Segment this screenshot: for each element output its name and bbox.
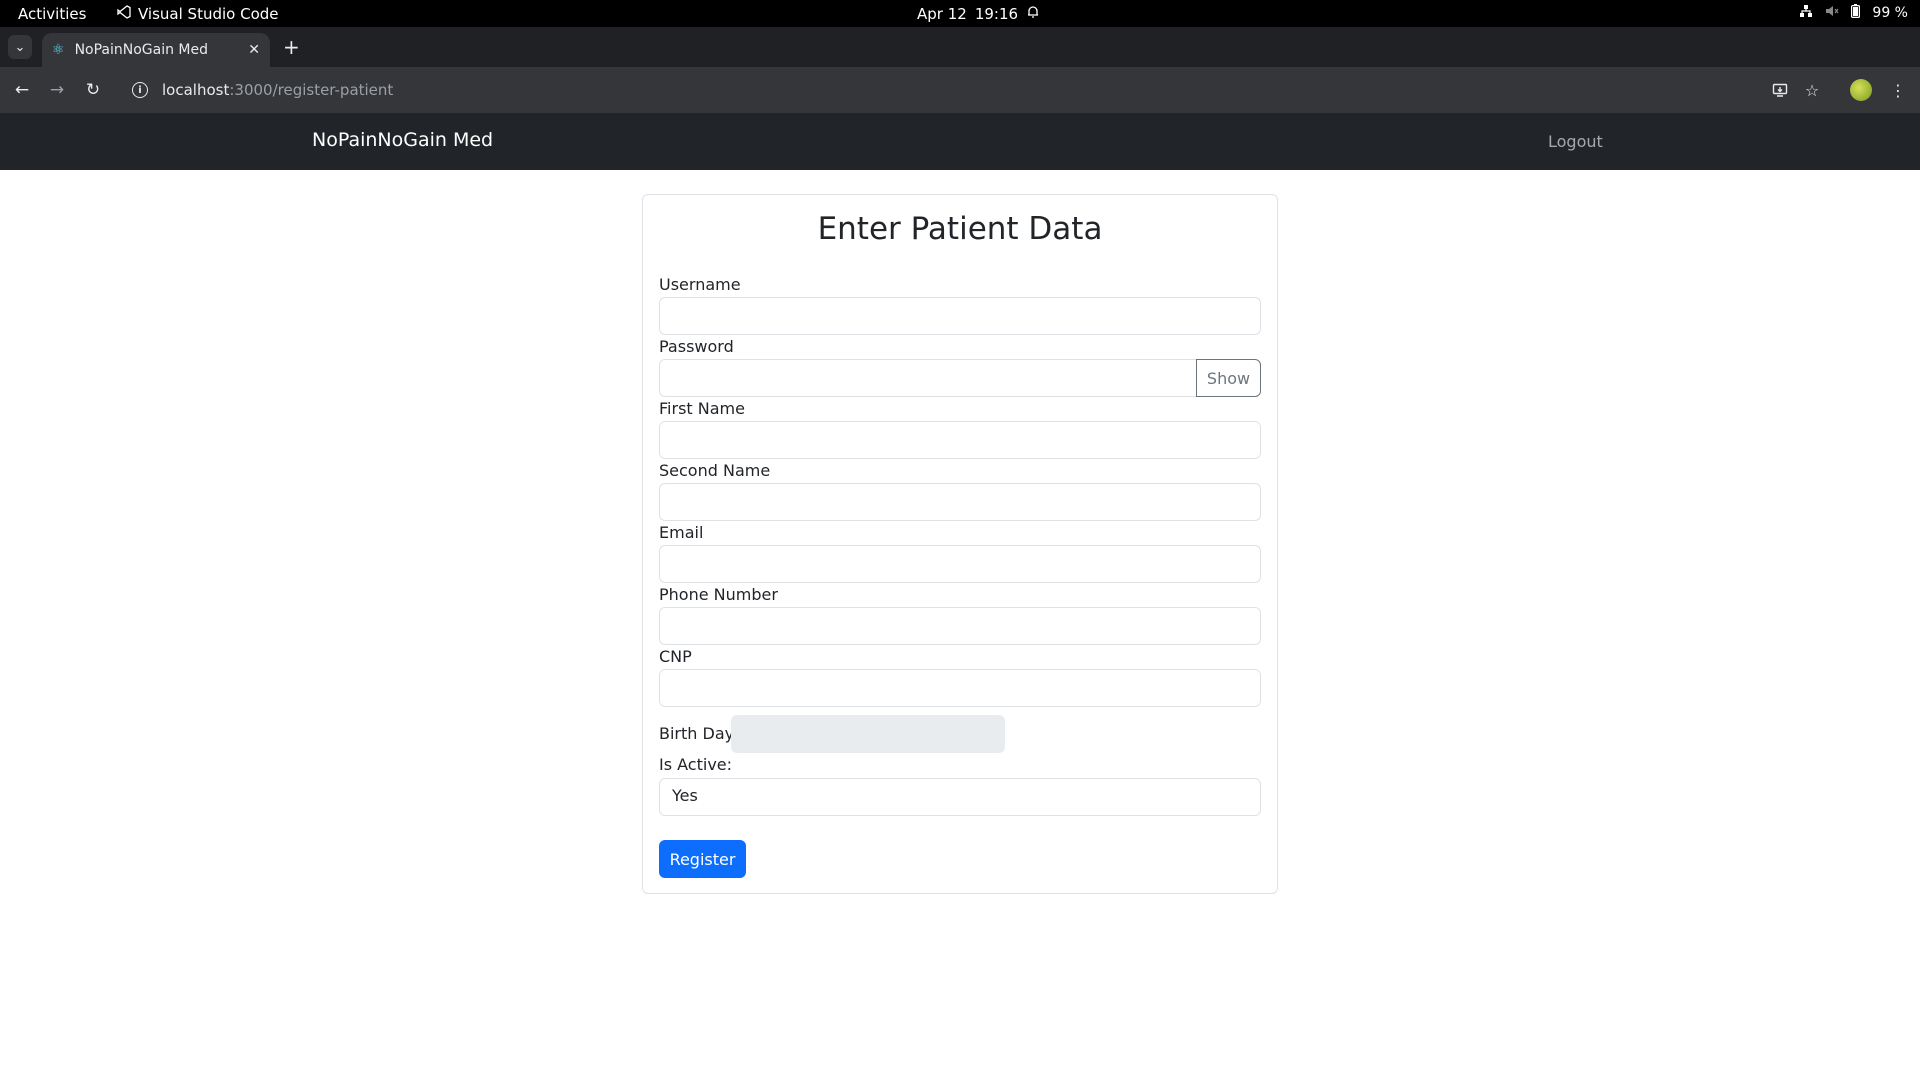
username-input[interactable]: [659, 297, 1261, 335]
birth-day-date-input[interactable]: [731, 715, 1005, 753]
browser-tab-strip: ⌄ ⚛ NoPainNoGain Med ✕ +: [0, 27, 1920, 67]
is-active-select[interactable]: Yes: [659, 778, 1261, 816]
browser-menu-kebab-icon[interactable]: ⋮: [1886, 78, 1910, 102]
reload-icon[interactable]: ↻: [81, 78, 105, 102]
email-input[interactable]: [659, 545, 1261, 583]
clock[interactable]: Apr 12 19:16: [917, 5, 1040, 23]
react-favicon-icon: ⚛: [52, 42, 65, 58]
time: 19:16: [974, 5, 1019, 23]
browser-tab-active[interactable]: ⚛ NoPainNoGain Med ✕: [42, 33, 270, 67]
date: Apr 12: [917, 5, 967, 23]
url-host: localhost: [162, 81, 230, 99]
active-app-name: Visual Studio Code: [138, 5, 279, 23]
forward-arrow-icon[interactable]: →: [45, 78, 69, 102]
notification-bell-icon: [1026, 5, 1040, 23]
battery-icon: [1851, 4, 1861, 22]
cnp-label: CNP: [659, 647, 692, 666]
vscode-icon: [117, 5, 131, 23]
email-label: Email: [659, 523, 704, 542]
address-bar[interactable]: i localhost:3000/register-patient: [120, 72, 1820, 108]
activities-button[interactable]: Activities: [18, 5, 86, 23]
first-name-label: First Name: [659, 399, 745, 418]
back-arrow-icon[interactable]: ←: [10, 78, 34, 102]
show-password-button[interactable]: Show: [1196, 359, 1261, 397]
site-info-icon[interactable]: i: [132, 82, 148, 98]
active-app-menu[interactable]: Visual Studio Code: [117, 5, 279, 23]
volume-muted-icon: [1825, 4, 1839, 22]
network-icon: [1799, 4, 1813, 22]
install-app-icon[interactable]: [1768, 78, 1792, 102]
birth-day-label: Birth Day:: [659, 724, 739, 743]
password-label: Password: [659, 337, 734, 356]
second-name-label: Second Name: [659, 461, 771, 480]
first-name-input[interactable]: [659, 421, 1261, 459]
second-name-input[interactable]: [659, 483, 1261, 521]
cnp-input[interactable]: [659, 669, 1261, 707]
form-title: Enter Patient Data: [817, 211, 1103, 247]
navbar-brand[interactable]: NoPainNoGain Med: [312, 129, 493, 151]
url-path: :3000/register-patient: [229, 81, 394, 99]
tab-title: NoPainNoGain Med: [74, 42, 209, 58]
tab-close-icon[interactable]: ✕: [248, 42, 260, 58]
username-label: Username: [659, 275, 741, 294]
register-button[interactable]: Register: [659, 840, 746, 878]
new-tab-plus-icon[interactable]: +: [283, 37, 300, 57]
is-active-label: Is Active:: [659, 755, 733, 774]
patient-form-card: Enter Patient Data Username Password Sho…: [642, 194, 1278, 894]
password-input[interactable]: [659, 359, 1197, 397]
phone-number-input[interactable]: [659, 607, 1261, 645]
tab-search-chevron-icon[interactable]: ⌄: [8, 35, 32, 59]
phone-number-label: Phone Number: [659, 585, 778, 604]
app-navbar: NoPainNoGain Med Logout: [0, 113, 1920, 170]
browser-toolbar: ← → ↻ i localhost:3000/register-patient …: [0, 67, 1920, 113]
bookmark-star-icon[interactable]: ☆: [1800, 78, 1824, 102]
system-tray[interactable]: 99 %: [1799, 4, 1908, 22]
battery-percentage: 99 %: [1872, 5, 1908, 21]
logout-link[interactable]: Logout: [1548, 132, 1603, 151]
profile-avatar[interactable]: [1850, 79, 1872, 101]
system-top-bar: Activities Visual Studio Code Apr 12 19:…: [0, 0, 1920, 27]
